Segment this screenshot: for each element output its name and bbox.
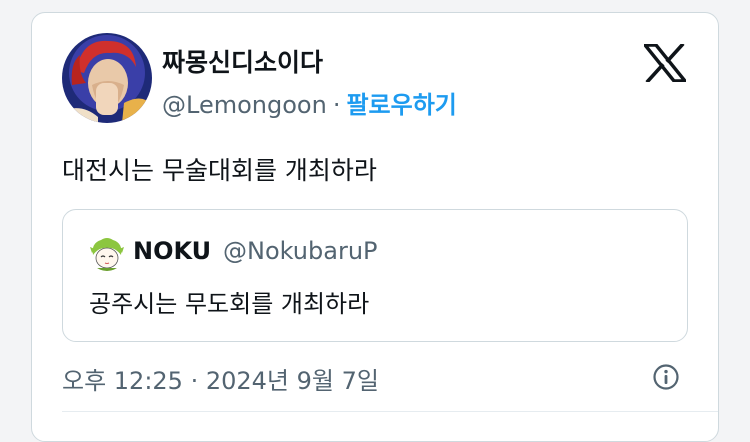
author-handle[interactable]: @Lemongoon bbox=[162, 91, 327, 119]
quote-text: 공주시는 무도회를 개최하라 bbox=[89, 290, 370, 318]
follow-link[interactable]: 팔로우하기 bbox=[346, 91, 456, 119]
quote-author-avatar bbox=[89, 235, 125, 271]
author-avatar[interactable] bbox=[62, 33, 152, 123]
x-logo-icon[interactable] bbox=[641, 42, 689, 84]
info-icon[interactable] bbox=[652, 363, 680, 391]
footer-divider bbox=[62, 411, 718, 412]
quote-author-handle: @NokubaruP bbox=[223, 237, 378, 265]
author-handle-line: @Lemongoon · 팔로우하기 bbox=[162, 85, 457, 120]
quoted-tweet[interactable]: NOKU @NokubaruP 공주시는 무도회를 개최하라 bbox=[62, 209, 688, 342]
quote-author-name: NOKU bbox=[133, 237, 212, 265]
tweet-embed-card: 짜몽신디소이다 @Lemongoon · 팔로우하기 대전시는 무술대회를 개최하라 bbox=[31, 12, 719, 442]
author-avatar-image bbox=[62, 33, 152, 123]
author-display-name[interactable]: 짜몽신디소이다 bbox=[162, 43, 323, 79]
tweet-text: 대전시는 무술대회를 개최하라 bbox=[62, 156, 377, 185]
handle-separator: · bbox=[332, 91, 341, 119]
tweet-timestamp[interactable]: 오후 12:25 · 2024년 9월 7일 bbox=[62, 361, 379, 396]
